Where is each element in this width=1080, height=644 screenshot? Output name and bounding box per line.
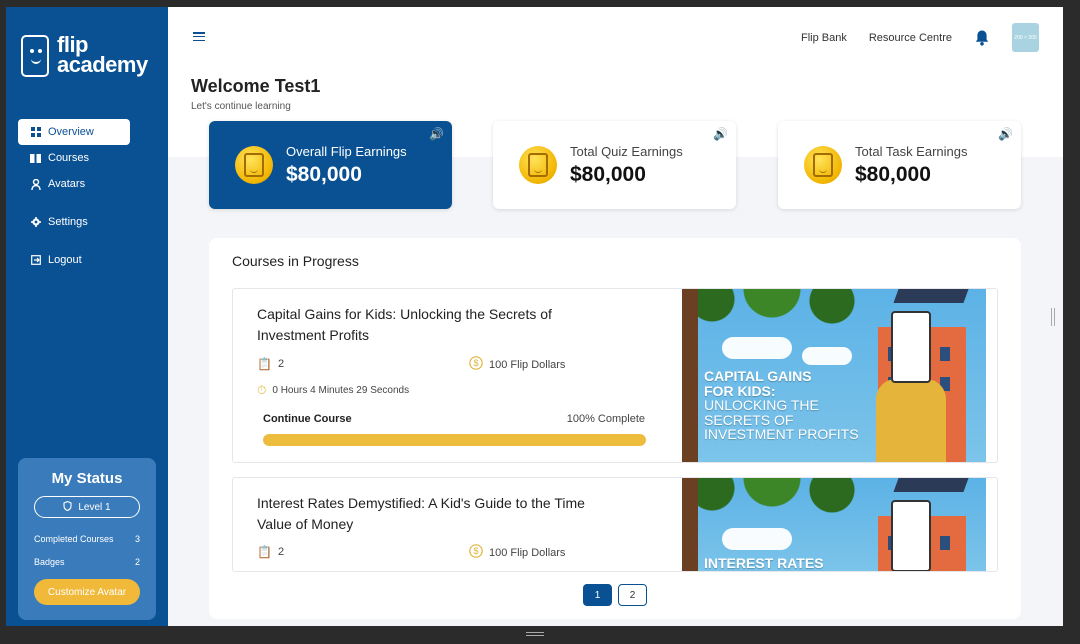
completed-courses-value: 3	[134, 533, 140, 544]
grid-icon	[30, 127, 41, 138]
brand-line-2: academy	[57, 52, 148, 77]
brand-logo[interactable]: flip academy	[21, 34, 148, 77]
reward-value: 100 Flip Dollars	[489, 546, 566, 559]
resize-handle[interactable]	[1051, 308, 1055, 326]
earnings-card-quiz: Total Quiz Earnings $80,000 🔊	[493, 121, 736, 209]
coin-icon	[235, 146, 273, 184]
completed-courses-label: Completed Courses	[34, 533, 114, 544]
page-button-2[interactable]: 2	[618, 584, 647, 606]
badges-label: Badges	[34, 556, 65, 567]
level-label: Level 1	[78, 501, 111, 513]
app-window: flip academy Overview Courses Avatars Se…	[6, 7, 1063, 626]
user-avatar[interactable]: 200 × 200	[1012, 23, 1039, 52]
sidebar-item-label: Logout	[48, 254, 82, 266]
sidebar: flip academy Overview Courses Avatars Se…	[6, 7, 168, 626]
badges-value: 2	[134, 556, 140, 567]
resource-centre-link[interactable]: Resource Centre	[869, 32, 952, 44]
time-spent-value: 0 Hours 4 Minutes 29 Seconds	[272, 385, 410, 396]
coin-icon	[804, 146, 842, 184]
earnings-label: Overall Flip Earnings	[286, 144, 407, 159]
course-thumbnail: CAPITAL GAINS FOR KIDS: UNLOCKING THE SE…	[682, 289, 986, 462]
page-button-1[interactable]: 1	[583, 584, 612, 606]
status-title: My Status	[51, 470, 123, 487]
bell-icon[interactable]	[974, 29, 990, 46]
earnings-card-task: Total Task Earnings $80,000 🔊	[778, 121, 1021, 209]
book-icon	[30, 153, 41, 164]
customize-avatar-button[interactable]: Customize Avatar	[34, 579, 140, 605]
quiz-count-value: 2	[277, 358, 285, 370]
sidebar-item-label: Avatars	[48, 178, 86, 190]
continue-course-link[interactable]: Continue Course	[263, 413, 352, 425]
quiz-count-value: 2	[277, 546, 285, 558]
earnings-amount: $80,000	[286, 163, 362, 186]
courses-in-progress: Courses in Progress Capital Gains for Ki…	[209, 238, 1021, 619]
sidebar-item-label: Overview	[48, 126, 94, 138]
flip-bank-link[interactable]: Flip Bank	[801, 32, 847, 44]
logout-icon	[30, 255, 41, 266]
sidebar-item-settings[interactable]: Settings	[18, 209, 130, 235]
sidebar-item-logout[interactable]: Logout	[18, 247, 130, 273]
course-title: Capital Gains for Kids: Unlocking the Se…	[257, 306, 552, 343]
stopwatch-icon: ⏱	[257, 383, 267, 397]
earnings-amount: $80,000	[855, 163, 931, 186]
course-card[interactable]: Capital Gains for Kids: Unlocking the Se…	[232, 288, 998, 463]
sidebar-item-label: Settings	[48, 216, 88, 228]
quiz-count: 📋 2	[257, 545, 284, 559]
svg-text:$: $	[473, 546, 478, 556]
course-card[interactable]: Interest Rates Demystified: A Kid's Guid…	[232, 477, 998, 572]
person-icon	[30, 178, 41, 190]
clipboard-icon: 📋	[257, 545, 272, 559]
page-subtitle: Let's continue learning	[191, 101, 291, 112]
pagination: 1 2	[583, 584, 647, 606]
speaker-icon[interactable]: 🔊	[998, 127, 1013, 141]
section-title: Courses in Progress	[232, 253, 359, 269]
speaker-icon[interactable]: 🔊	[713, 127, 728, 141]
shield-icon	[63, 500, 72, 514]
sidebar-item-courses[interactable]: Courses	[18, 145, 130, 171]
earnings-label: Total Task Earnings	[855, 144, 968, 159]
dollar-coin-icon: $	[469, 356, 483, 373]
gear-icon	[30, 217, 41, 228]
thumbnail-title: CAPITAL GAINS FOR KIDS: UNLOCKING THE SE…	[704, 368, 859, 442]
completed-courses-row: Completed Courses 3	[34, 527, 140, 550]
hamburger-menu-icon[interactable]	[193, 32, 205, 42]
reward: $ 100 Flip Dollars	[469, 356, 565, 373]
my-status-panel: My Status Level 1 Completed Courses 3 Ba…	[18, 458, 156, 620]
progress-bar-fill	[263, 434, 646, 446]
level-button[interactable]: Level 1	[34, 496, 140, 518]
earnings-amount: $80,000	[570, 163, 646, 186]
progress-bar	[263, 434, 646, 446]
sidebar-nav: Overview Courses Avatars Settings Logout	[18, 119, 130, 273]
page-title: Welcome Test1	[191, 76, 321, 96]
time-spent: ⏱ 0 Hours 4 Minutes 29 Seconds	[257, 383, 409, 398]
sidebar-item-avatars[interactable]: Avatars	[18, 171, 130, 197]
reward: $ 100 Flip Dollars	[469, 544, 565, 561]
svg-text:$: $	[473, 358, 478, 368]
top-links: Flip Bank Resource Centre 200 × 200	[801, 23, 1039, 52]
reward-value: 100 Flip Dollars	[489, 358, 566, 371]
earnings-label: Total Quiz Earnings	[570, 144, 683, 159]
clipboard-icon: 📋	[257, 357, 272, 371]
earnings-card-overall: Overall Flip Earnings $80,000 🔊	[209, 121, 452, 209]
sidebar-item-overview[interactable]: Overview	[18, 119, 130, 145]
speaker-icon[interactable]: 🔊	[429, 127, 444, 141]
thumbnail-title: INTEREST RATES	[704, 555, 824, 571]
brand-name: flip academy	[57, 34, 148, 77]
course-title: Interest Rates Demystified: A Kid's Guid…	[257, 495, 585, 532]
dollar-coin-icon: $	[469, 544, 483, 561]
progress-text: 100% Complete	[566, 413, 645, 425]
coin-icon	[519, 146, 557, 184]
bottom-resize-handle[interactable]	[526, 632, 544, 636]
sidebar-item-label: Courses	[48, 152, 89, 164]
badges-row: Badges 2	[34, 550, 140, 573]
quiz-count: 📋 2	[257, 357, 284, 371]
course-thumbnail: INTEREST RATES	[682, 478, 986, 571]
logo-mark-icon	[21, 35, 49, 77]
